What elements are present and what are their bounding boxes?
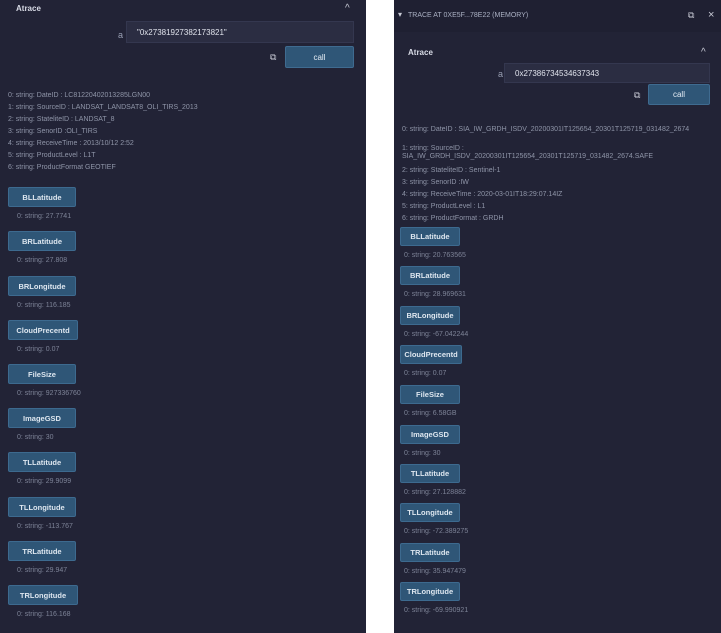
function-result: 0: string: 29.9099 [17,478,72,485]
copy-header-icon[interactable]: ⧉ [688,10,694,21]
output-line: 4: string: ReceiveTime : 2013/10/12 2:52 [8,140,134,147]
copy-icon[interactable]: ⧉ [270,52,276,63]
function-button[interactable]: TLLongitude [400,503,460,522]
function-button[interactable]: TRLatitude [8,541,76,561]
section-title: Atrace [408,48,433,57]
function-button[interactable]: FileSize [8,364,76,384]
output-line: 6: string: ProductFormat : GRDH [402,215,504,222]
function-button[interactable]: BRLongitude [8,276,76,296]
output-line: 4: string: ReceiveTime : 2020-03-01IT18:… [402,191,563,198]
function-button[interactable]: TRLatitude [400,543,460,562]
function-result: 0: string: -113.767 [17,523,73,530]
output-line: 0: string: DateID : LC81220402013285LGN0… [8,92,151,99]
function-result: 0: string: 6.58GB [404,410,457,417]
function-result: 0: string: 0.07 [17,346,60,353]
collapse-chevron-icon[interactable]: ^ [701,47,706,58]
function-button[interactable]: BRLatitude [8,231,76,251]
output-line: 2: string: StateliteID : LANDSAT_8 [8,116,115,123]
function-button[interactable]: TRLongitude [8,585,78,605]
output-line: 1: string: SourceID : LANDSAT_LANDSAT8_O… [8,104,198,111]
function-button[interactable]: CloudPrecentd [8,320,78,340]
function-result: 0: string: -67.042244 [404,331,469,338]
param-input[interactable]: 0x27386734534637343 [504,63,710,83]
output-line: 2: string: StateliteID : Sentinel-1 [402,167,501,174]
copy-icon[interactable]: ⧉ [634,90,640,101]
function-button[interactable]: TLLongitude [8,497,76,517]
collapse-chevron-icon[interactable]: ^ [345,3,350,14]
output-line: 1: string: SourceID : SIA_IW_GRDH_ISDV_2… [402,145,654,160]
function-result: 0: string: 116.185 [17,302,71,309]
output-line: 6: string: ProductFormat GEOTIEF [8,164,116,171]
output-line: 5: string: ProductLevel : L1T [8,152,96,159]
left-contract-panel: Atrace ^ a "0x27381927382173821" ⧉ call … [0,0,366,633]
function-button[interactable]: ImageGSD [400,425,460,444]
function-result: 0: string: 27.128882 [404,489,466,496]
function-result: 0: string: 30 [404,450,441,457]
function-result: 0: string: 29.947 [17,567,68,574]
function-button[interactable]: TLLatitude [8,452,76,472]
output-line: 0: string: DateID : SIA_IW_GRDH_ISDV_202… [402,126,690,133]
param-label: a [118,30,124,40]
function-button[interactable]: TRLongitude [400,582,460,601]
output-line: 5: string: ProductLevel : L1 [402,203,486,210]
function-result: 0: string: 116.168 [17,611,71,618]
function-button[interactable]: BLLatitude [8,187,76,207]
function-button[interactable]: TLLatitude [400,464,460,483]
function-result: 0: string: 27.7741 [17,213,72,220]
function-button[interactable]: BLLatitude [400,227,460,246]
function-result: 0: string: 27.808 [17,257,68,264]
function-button[interactable]: CloudPrecentd [400,345,462,364]
function-result: 0: string: 927336760 [17,390,81,397]
section-title: Atrace [16,4,41,13]
call-button[interactable]: call [285,46,354,68]
output-line: 3: string: SenorID :OLI_TIRS [8,128,98,135]
function-result: 0: string: 28.969631 [404,291,466,298]
function-result: 0: string: 30 [17,434,54,441]
output-line: 3: string: SenorID :IW [402,179,469,186]
function-button[interactable]: ImageGSD [8,408,76,428]
function-button[interactable]: BRLatitude [400,266,460,285]
trace-title: TRACE AT 0XE5F...78E22 (MEMORY) [408,12,529,19]
call-button[interactable]: call [648,84,710,105]
right-contract-panel: ▾ TRACE AT 0XE5F...78E22 (MEMORY) ⧉ × At… [394,0,721,633]
close-icon[interactable]: × [708,9,714,21]
function-result: 0: string: -69.990921 [404,607,469,614]
function-result: 0: string: 0.07 [404,370,447,377]
param-input[interactable]: "0x27381927382173821" [126,21,354,43]
function-button[interactable]: BRLongitude [400,306,460,325]
expand-chevron-icon[interactable]: ▾ [398,10,402,19]
function-result: 0: string: 20.763565 [404,252,466,259]
param-label: a [498,69,504,79]
function-result: 0: string: 35.947479 [404,568,466,575]
function-result: 0: string: -72.389275 [404,528,469,535]
function-button[interactable]: FileSize [400,385,460,404]
